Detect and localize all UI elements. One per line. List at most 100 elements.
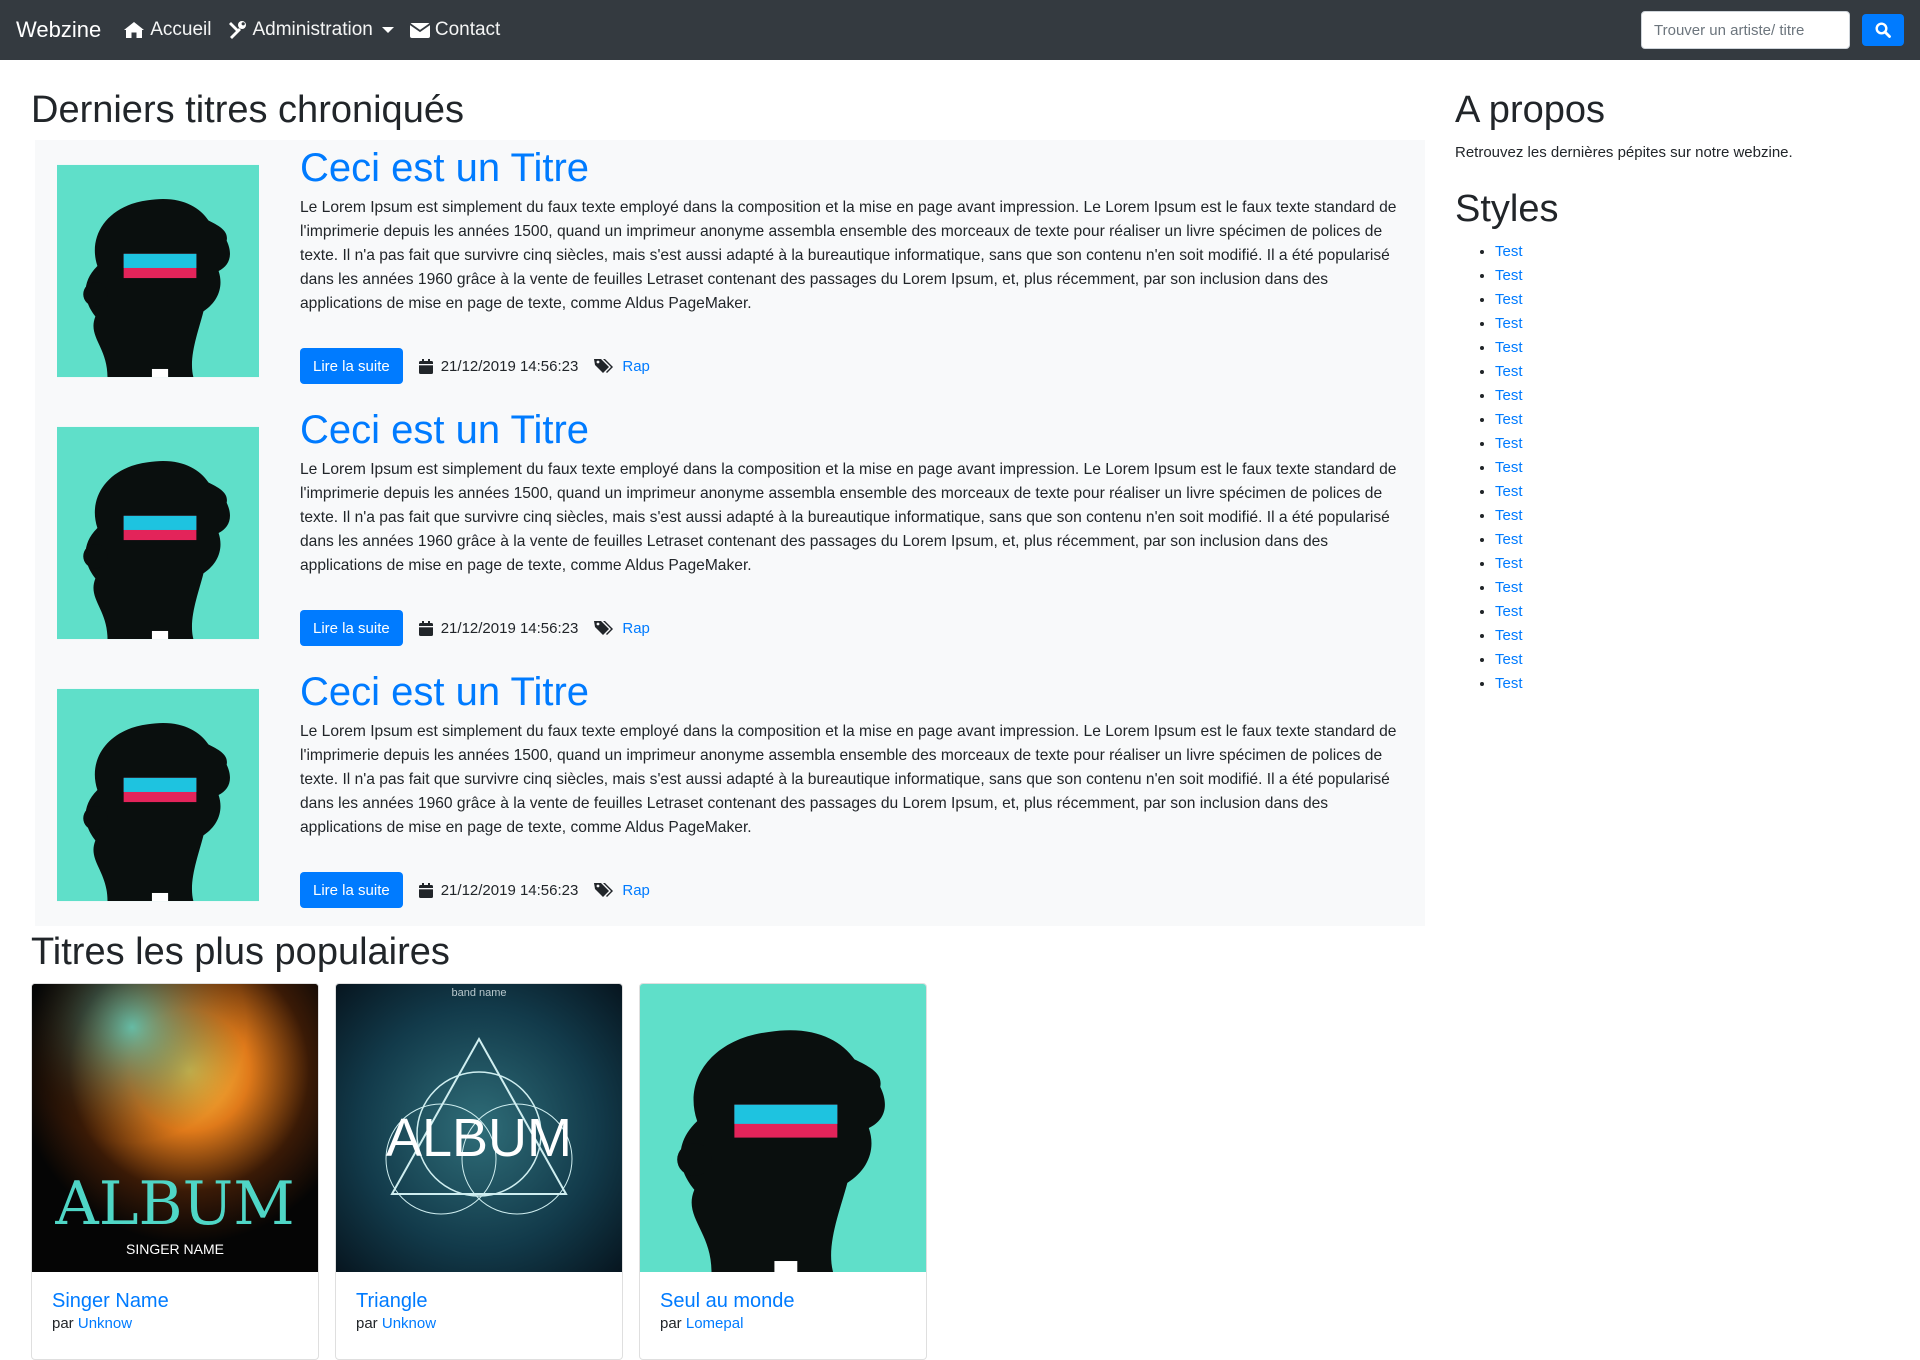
post-excerpt: Le Lorem Ipsum est simplement du faux te…	[300, 461, 1397, 574]
envelope-icon	[409, 22, 430, 38]
nav-dropdown-administration[interactable]: Administration	[227, 19, 394, 41]
style-item: Test	[1495, 384, 1895, 408]
search-form	[1641, 11, 1904, 49]
style-link[interactable]: Test	[1495, 291, 1523, 308]
card-body: Seul au monde par Lomepal	[640, 1272, 926, 1351]
post-title[interactable]: Ceci est un Titre	[300, 406, 589, 454]
post-tag-link[interactable]: Rap	[622, 620, 650, 637]
style-item: Test	[1495, 480, 1895, 504]
card-title[interactable]: Triangle	[356, 1290, 602, 1313]
post-item: Ceci est un Titre Le Lorem Ipsum est sim…	[35, 402, 1425, 664]
card-title[interactable]: Singer Name	[52, 1290, 298, 1313]
style-item: Test	[1495, 624, 1895, 648]
album-cover-image[interactable]: ALBUM SINGER NAME	[32, 984, 318, 1272]
post-date: 21/12/2019 14:56:23	[440, 619, 579, 637]
latest-posts-panel: Ceci est un Titre Le Lorem Ipsum est sim…	[35, 140, 1425, 926]
style-link[interactable]: Test	[1495, 411, 1523, 428]
nav-label-administration: Administration	[252, 19, 373, 40]
nav-link-contact[interactable]: Contact	[409, 19, 501, 41]
style-item: Test	[1495, 600, 1895, 624]
style-link[interactable]: Test	[1495, 363, 1523, 380]
top-navbar: Webzine Accueil Administration Contact	[0, 0, 1920, 60]
style-link[interactable]: Test	[1495, 555, 1523, 572]
style-link[interactable]: Test	[1495, 435, 1523, 452]
post-cover-image[interactable]	[57, 426, 259, 640]
style-link[interactable]: Test	[1495, 675, 1523, 692]
about-text: Retrouvez les dernières pépites sur notr…	[1455, 143, 1793, 161]
style-link[interactable]: Test	[1495, 243, 1523, 260]
styles-list: Test Test Test Test Test Test Test Test …	[1455, 240, 1895, 696]
post-cover-image[interactable]	[57, 164, 259, 378]
post-item: Ceci est un Titre Le Lorem Ipsum est sim…	[35, 140, 1425, 402]
style-item: Test	[1495, 288, 1895, 312]
style-link[interactable]: Test	[1495, 603, 1523, 620]
style-link[interactable]: Test	[1495, 531, 1523, 548]
post-title[interactable]: Ceci est un Titre	[300, 144, 589, 192]
post-meta: Lire la suite 21/12/2019 14:56:23 Rap	[300, 348, 650, 384]
post-tag-link[interactable]: Rap	[622, 358, 650, 375]
nav-label-contact: Contact	[434, 19, 501, 40]
card-artist-link[interactable]: Unknow	[78, 1315, 132, 1332]
style-item: Test	[1495, 456, 1895, 480]
post-meta: Lire la suite 21/12/2019 14:56:23 Rap	[300, 610, 650, 646]
style-link[interactable]: Test	[1495, 651, 1523, 668]
style-item: Test	[1495, 264, 1895, 288]
card-artist-link[interactable]: Lomepal	[686, 1315, 744, 1332]
read-more-button[interactable]: Lire la suite	[300, 610, 403, 646]
post-date: 21/12/2019 14:56:23	[440, 357, 579, 375]
search-icon	[1875, 22, 1891, 38]
style-item: Test	[1495, 504, 1895, 528]
style-item: Test	[1495, 240, 1895, 264]
style-link[interactable]: Test	[1495, 507, 1523, 524]
styles-title: Styles	[1455, 187, 1559, 230]
post-title[interactable]: Ceci est un Titre	[300, 668, 589, 716]
style-link[interactable]: Test	[1495, 579, 1523, 596]
card-artist-link[interactable]: Unknow	[382, 1315, 436, 1332]
calendar-icon	[418, 620, 433, 636]
search-button[interactable]	[1862, 14, 1904, 46]
post-date: 21/12/2019 14:56:23	[440, 881, 579, 899]
style-link[interactable]: Test	[1495, 627, 1523, 644]
post-meta: Lire la suite 21/12/2019 14:56:23 Rap	[300, 872, 650, 908]
style-item: Test	[1495, 312, 1895, 336]
calendar-icon	[418, 358, 433, 374]
card-by-label: par	[52, 1315, 78, 1332]
style-item: Test	[1495, 408, 1895, 432]
search-input[interactable]	[1641, 11, 1850, 49]
popular-heading: Titres les plus populaires	[31, 931, 450, 973]
album-cover-image[interactable]	[640, 984, 926, 1272]
calendar-icon	[418, 882, 433, 898]
read-more-button[interactable]: Lire la suite	[300, 872, 403, 908]
card-body: Triangle par Unknow	[336, 1272, 622, 1351]
popular-card: ALBUM SINGER NAME Singer Name par Unknow	[31, 983, 319, 1360]
nav-link-accueil[interactable]: Accueil	[123, 19, 211, 41]
brand-link[interactable]: Webzine	[16, 17, 101, 43]
tools-icon	[227, 20, 247, 40]
card-title[interactable]: Seul au monde	[660, 1290, 906, 1313]
read-more-button[interactable]: Lire la suite	[300, 348, 403, 384]
album-cover-image[interactable]: ALBUM band name	[336, 984, 622, 1272]
home-icon	[123, 21, 145, 39]
cover-album-text: ALBUM	[54, 1169, 294, 1239]
post-excerpt: Le Lorem Ipsum est simplement du faux te…	[300, 723, 1397, 836]
style-item: Test	[1495, 648, 1895, 672]
cover-singer-text: SINGER NAME	[126, 1241, 224, 1257]
tags-icon	[594, 882, 614, 898]
nav-label-accueil: Accueil	[150, 19, 212, 40]
card-by-label: par	[356, 1315, 382, 1332]
style-link[interactable]: Test	[1495, 267, 1523, 284]
style-link[interactable]: Test	[1495, 387, 1523, 404]
style-link[interactable]: Test	[1495, 339, 1523, 356]
tags-icon	[594, 358, 614, 374]
post-cover-image[interactable]	[57, 688, 259, 902]
popular-card: ALBUM band name Triangle par Unknow	[335, 983, 623, 1360]
style-item: Test	[1495, 576, 1895, 600]
style-link[interactable]: Test	[1495, 315, 1523, 332]
style-item: Test	[1495, 432, 1895, 456]
style-link[interactable]: Test	[1495, 459, 1523, 476]
tags-icon	[594, 620, 614, 636]
post-tag-link[interactable]: Rap	[622, 882, 650, 899]
popular-card: Seul au monde par Lomepal	[639, 983, 927, 1360]
card-body: Singer Name par Unknow	[32, 1272, 318, 1351]
style-link[interactable]: Test	[1495, 483, 1523, 500]
